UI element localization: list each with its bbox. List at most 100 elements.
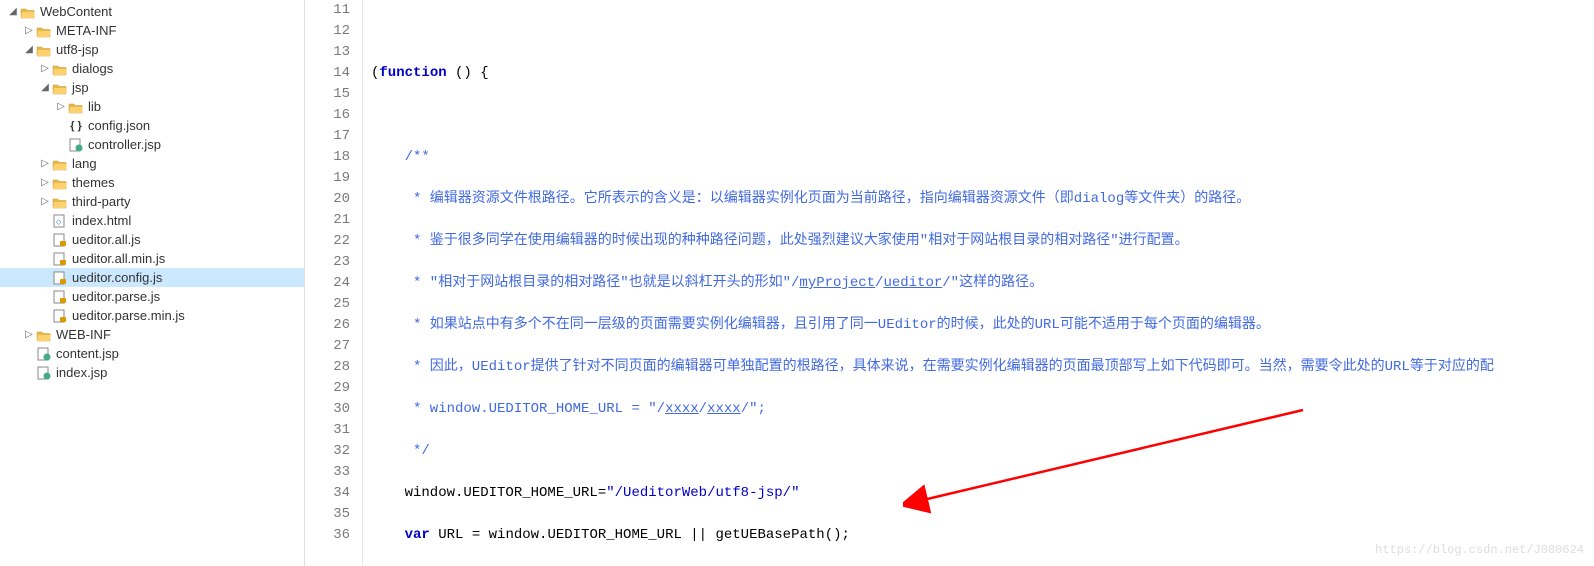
line-number: 15 <box>305 84 350 105</box>
code-comment: / <box>699 401 707 417</box>
code-text: window.UEDITOR_HOME_URL= <box>371 485 606 501</box>
line-number: 16 <box>305 105 350 126</box>
line-number: 34 <box>305 483 350 504</box>
line-number: 26 <box>305 315 350 336</box>
tree-folder-webinf[interactable]: ▷ WEB-INF <box>0 325 304 344</box>
line-number: 31 <box>305 420 350 441</box>
code-comment: /** <box>371 149 430 165</box>
tree-file-contentjsp[interactable]: content.jsp <box>0 344 304 363</box>
tree-label: dialogs <box>72 61 113 76</box>
line-number: 33 <box>305 462 350 483</box>
tree-label: ueditor.config.js <box>72 270 162 285</box>
line-number: 19 <box>305 168 350 189</box>
expand-icon[interactable]: ▷ <box>38 157 52 171</box>
collapse-icon[interactable]: ◢ <box>6 5 20 19</box>
code-comment: * 编辑器资源文件根路径。它所表示的含义是：以编辑器实例化页面为当前路径，指向编… <box>371 191 1250 207</box>
collapse-icon[interactable]: ◢ <box>22 43 36 57</box>
code-comment: * 因此，UEditor提供了针对不同页面的编辑器可单独配置的根路径，具体来说，… <box>371 359 1494 375</box>
folder-open-icon <box>20 6 36 18</box>
code-keyword: function <box>379 65 446 81</box>
tree-file-ueditorall[interactable]: ueditor.all.js <box>0 230 304 249</box>
line-number: 35 <box>305 504 350 525</box>
tree-folder-thirdparty[interactable]: ▷ third-party <box>0 192 304 211</box>
line-number: 12 <box>305 21 350 42</box>
expand-icon[interactable]: ▷ <box>38 195 52 209</box>
js-file-icon <box>52 252 68 266</box>
code-comment: /"这样的路径。 <box>942 275 1043 291</box>
tree-file-indexjsp[interactable]: index.jsp <box>0 363 304 382</box>
expand-icon[interactable]: ▷ <box>38 176 52 190</box>
line-number: 28 <box>305 357 350 378</box>
line-number: 27 <box>305 336 350 357</box>
folder-open-icon <box>36 25 52 37</box>
code-comment: * "相对于网站根目录的相对路径"也就是以斜杠开头的形如"/ <box>371 275 799 291</box>
line-number: 13 <box>305 42 350 63</box>
code-comment: * 鉴于很多同学在使用编辑器的时候出现的种种路径问题，此处强烈建议大家使用"相对… <box>371 233 1189 249</box>
line-number: 14 <box>305 63 350 84</box>
line-number: 24 <box>305 273 350 294</box>
code-comment: myProject <box>799 275 875 291</box>
expand-icon[interactable]: ▷ <box>38 62 52 76</box>
line-number: 23 <box>305 252 350 273</box>
tree-folder-jsp[interactable]: ◢ jsp <box>0 78 304 97</box>
code-editor[interactable]: 1112131415161718192021222324252627282930… <box>305 0 1594 566</box>
code-comment: ueditor <box>883 275 942 291</box>
tree-file-ueditorparse[interactable]: ueditor.parse.js <box>0 287 304 306</box>
line-number: 30 <box>305 399 350 420</box>
tree-folder-themes[interactable]: ▷ themes <box>0 173 304 192</box>
tree-label: utf8-jsp <box>56 42 99 57</box>
tree-folder-lang[interactable]: ▷ lang <box>0 154 304 173</box>
tree-folder-metainf[interactable]: ▷ META-INF <box>0 21 304 40</box>
tree-file-ueditorallmin[interactable]: ueditor.all.min.js <box>0 249 304 268</box>
expand-icon[interactable]: ▷ <box>22 328 36 342</box>
collapse-icon[interactable]: ◢ <box>38 81 52 95</box>
file-explorer[interactable]: ◢ WebContent ▷ META-INF ◢ utf8-jsp ▷ dia… <box>0 0 305 566</box>
tree-folder-webcontent[interactable]: ◢ WebContent <box>0 2 304 21</box>
code-comment: /"; <box>741 401 766 417</box>
code-area[interactable]: (function () { /** * 编辑器资源文件根路径。它所表示的含义是… <box>363 0 1594 566</box>
line-number: 22 <box>305 231 350 252</box>
tree-file-indexhtml[interactable]: ◇ index.html <box>0 211 304 230</box>
html-file-icon: ◇ <box>52 214 68 228</box>
folder-open-icon <box>36 329 52 341</box>
line-number-gutter: 1112131415161718192021222324252627282930… <box>305 0 363 566</box>
tree-label: ueditor.all.min.js <box>72 251 165 266</box>
tree-label: WEB-INF <box>56 327 111 342</box>
line-number: 29 <box>305 378 350 399</box>
tree-file-configjson[interactable]: { } config.json <box>0 116 304 135</box>
code-comment: * window.UEDITOR_HOME_URL = "/ <box>371 401 665 417</box>
expand-icon[interactable]: ▷ <box>54 100 68 114</box>
folder-open-icon <box>52 177 68 189</box>
tree-folder-lib[interactable]: ▷ lib <box>0 97 304 116</box>
line-number: 32 <box>305 441 350 462</box>
code-keyword: var <box>405 527 430 543</box>
tree-file-ueditorparsemin[interactable]: ueditor.parse.min.js <box>0 306 304 325</box>
folder-open-icon <box>52 196 68 208</box>
tree-label: themes <box>72 175 115 190</box>
watermark: https://blog.csdn.net/J080624 <box>1375 540 1584 561</box>
code-text: () { <box>447 65 489 81</box>
tree-folder-dialogs[interactable]: ▷ dialogs <box>0 59 304 78</box>
js-file-icon <box>52 309 68 323</box>
tree-label: lang <box>72 156 97 171</box>
jsp-file-icon <box>36 347 52 361</box>
line-number: 25 <box>305 294 350 315</box>
line-number: 11 <box>305 0 350 21</box>
folder-open-icon <box>52 82 68 94</box>
tree-label: index.jsp <box>56 365 107 380</box>
code-string: "/UeditorWeb/utf8-jsp/" <box>606 485 799 501</box>
tree-folder-utf8jsp[interactable]: ◢ utf8-jsp <box>0 40 304 59</box>
tree-label: ueditor.parse.min.js <box>72 308 185 323</box>
js-file-icon <box>52 271 68 285</box>
code-text: URL = window.UEDITOR_HOME_URL || getUEBa… <box>430 527 850 543</box>
folder-open-icon <box>36 44 52 56</box>
folder-open-icon <box>52 63 68 75</box>
tree-file-ueditorconfig[interactable]: ueditor.config.js <box>0 268 304 287</box>
tree-label: META-INF <box>56 23 116 38</box>
tree-file-controllerjsp[interactable]: controller.jsp <box>0 135 304 154</box>
line-number: 17 <box>305 126 350 147</box>
tree-label: third-party <box>72 194 131 209</box>
js-file-icon <box>52 233 68 247</box>
expand-icon[interactable]: ▷ <box>22 24 36 38</box>
line-number: 18 <box>305 147 350 168</box>
